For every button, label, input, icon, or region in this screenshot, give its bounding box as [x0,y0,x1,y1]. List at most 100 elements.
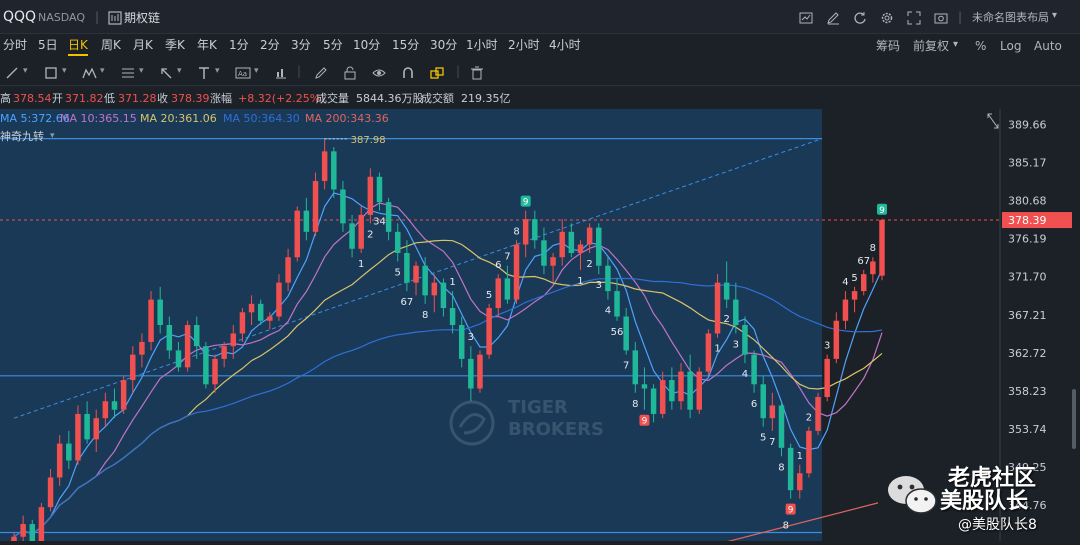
arrow-tool-icon[interactable] [159,65,173,79]
nine-count-label: 4 [742,369,748,380]
timeframe-tab[interactable]: 1小时 [466,38,498,52]
nine-count-label: 7 [623,361,629,372]
label-tool-icon[interactable]: Aa [235,65,251,79]
y-tick-label: 389.66 [1008,119,1047,132]
candle-body [221,346,227,359]
pattern-tool-icon[interactable] [82,65,97,79]
timeframe-tab[interactable]: 5分 [323,38,343,52]
text-tool-menu-icon[interactable]: ▾ [215,64,220,78]
magnet-icon[interactable] [401,65,415,79]
fullscreen-icon[interactable] [907,10,921,25]
log-toggle[interactable]: Log [1000,39,1021,53]
nine-count-label: 1 [577,276,583,287]
adjust-dropdown-icon[interactable]: ▾ [953,38,958,52]
candle-body [413,265,419,283]
candle-body [84,413,90,440]
timeframe-tab[interactable]: 2小时 [508,38,540,52]
nine-count-label: 8 [783,521,789,532]
timeframe-tab[interactable]: 1分 [229,38,249,52]
text-tool-icon[interactable] [197,65,211,79]
candle-body [20,524,26,537]
indicator-dropdown-icon[interactable]: ▾ [50,129,55,143]
rectangle-tool-icon[interactable] [44,65,58,79]
ma-legend-item[interactable]: MA 20:361.06 [140,112,217,126]
timeframe-tab[interactable]: 30分 [430,38,457,52]
candle-body [267,316,273,321]
nine-count-label: 2 [586,259,592,270]
options-chain-link[interactable]: 期权链 [124,11,160,25]
timeframe-tab[interactable]: 月K [133,38,153,52]
candle-body [93,418,99,440]
snapshot-icon[interactable] [934,10,948,24]
settings-gear-icon[interactable] [880,10,894,24]
nine-count-label: 1 [797,451,803,462]
line-tool-menu-icon[interactable]: ▾ [23,64,28,78]
timeframe-tab[interactable]: 3分 [291,38,311,52]
candle-body [769,405,776,419]
timeframe-tab[interactable]: 10分 [353,38,380,52]
layout-name[interactable]: 未命名图表布局 [972,11,1049,25]
line-tool-icon[interactable] [5,65,19,79]
quote-line: 高 378.54 开 371.82 低 371.28 收 378.39 涨幅 +… [0,87,1080,109]
nine-count-label: 5 [395,267,401,278]
timeframe-tab[interactable]: 分时 [3,38,27,52]
trash-icon[interactable] [470,65,484,80]
y-tick-label: 367.21 [1008,309,1047,322]
change-label: 涨幅 [210,92,232,105]
volume-value: 5844.36万股 [356,92,424,105]
svg-text:Aa: Aa [238,70,247,78]
refresh-icon[interactable] [853,10,867,24]
indicator-name[interactable]: 神奇九转 [0,130,44,144]
timeframe-tab[interactable]: 5日 [38,38,58,52]
fib-tool-icon[interactable] [121,65,135,79]
rectangle-tool-menu-icon[interactable]: ▾ [62,64,67,78]
candle-body [385,202,392,232]
chip-button[interactable]: 筹码 [876,39,900,53]
y-tick-label: 376.19 [1008,233,1047,246]
pen-tool-icon[interactable] [314,65,328,79]
timeframe-tab[interactable]: 季K [165,38,185,52]
adjust-dropdown[interactable]: 前复权 [913,39,949,53]
ma-legend-item[interactable]: MA 50:364.30 [223,112,300,126]
candle-body [184,325,191,368]
candle-body [120,380,127,410]
timeframe-tab[interactable]: 周K [101,38,121,52]
link-drawings-icon[interactable] [430,65,444,79]
measure-tool-icon[interactable] [274,65,288,79]
options-chain-icon[interactable] [108,10,122,25]
candle-body [623,316,629,351]
candle-body [175,350,182,368]
y-tick-label: 358.23 [1008,385,1047,398]
arrow-tool-menu-icon[interactable]: ▾ [177,64,182,78]
percent-toggle[interactable]: % [975,39,986,53]
candle-body [577,244,584,253]
nine-count-label: 6 [751,399,757,410]
label-tool-menu-icon[interactable]: ▾ [254,64,259,78]
candle-body [714,282,721,334]
timeframe-tab[interactable]: 2分 [260,38,280,52]
timeframe-tab[interactable]: 日K [68,38,88,56]
fib-tool-menu-icon[interactable]: ▾ [139,64,144,78]
candle-body [157,299,163,325]
edit-icon[interactable] [826,10,840,25]
ma-legend-item[interactable]: MA 10:365.15 [60,112,137,126]
price-chart[interactable]: 1 2 34 5 67 8 1 3 5 6 7 8 9 1 2 3 4 56 7 8 9 1 2 3 4 6 5 7 8 9 1 2 3 4 5 67… [0,109,1080,545]
eye-icon[interactable] [372,65,386,79]
timeframe-tab[interactable]: 年K [197,38,217,52]
chart-type-icon[interactable] [799,10,813,24]
last-price-label: 378.39 [1008,214,1047,227]
timeframe-tab[interactable]: 15分 [392,38,419,52]
pattern-tool-menu-icon[interactable]: ▾ [100,64,105,78]
lock-icon[interactable] [343,65,357,80]
candle-body [56,443,63,478]
nine-count-label: 34 [373,217,386,228]
candle-body [833,320,840,359]
tiger-logo-icon [449,400,495,446]
ma-legend-item[interactable]: MA 200:343.36 [305,112,389,126]
nine-count-label: 7 [769,437,775,448]
candle-body [751,354,757,385]
symbol-name[interactable]: QQQ [3,10,36,24]
auto-toggle[interactable]: Auto [1034,39,1062,53]
layout-dropdown-icon[interactable]: ▾ [1052,9,1057,23]
timeframe-tab[interactable]: 4小时 [549,38,581,52]
